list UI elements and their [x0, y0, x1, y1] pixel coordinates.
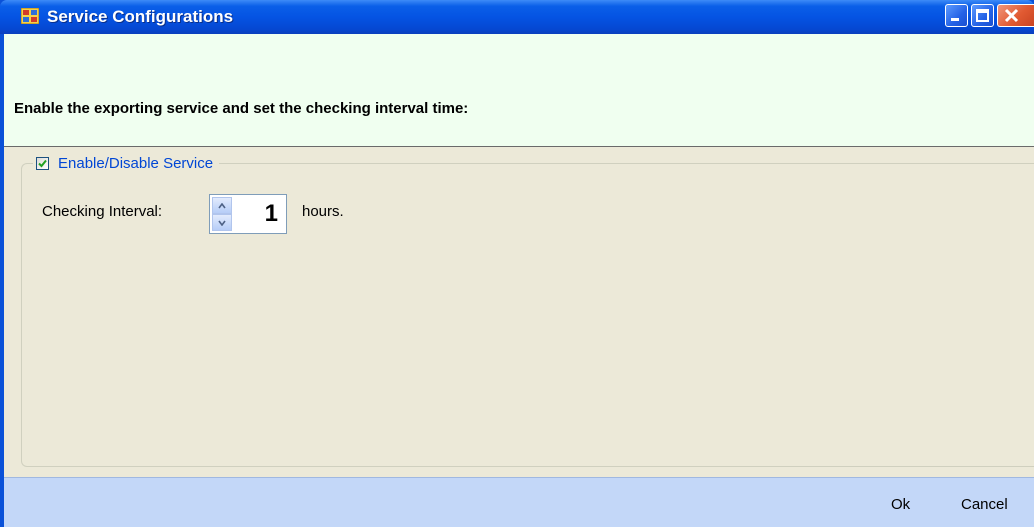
checkmark-icon — [38, 159, 47, 167]
spinner-buttons — [212, 197, 232, 231]
dialog-window: Service Configurations Enable the export… — [0, 0, 1034, 527]
minimize-icon — [951, 18, 959, 21]
service-groupbox — [21, 163, 1034, 467]
close-icon — [1004, 8, 1019, 23]
title-bar[interactable]: Service Configurations — [0, 0, 1034, 34]
chevron-up-icon — [218, 202, 226, 208]
chevron-down-icon — [218, 220, 226, 226]
enable-service-checkbox[interactable] — [36, 156, 49, 170]
close-button[interactable] — [997, 4, 1034, 27]
enable-service-label[interactable]: Enable/Disable Service — [58, 155, 213, 172]
maximize-button[interactable] — [971, 4, 994, 27]
enable-service-toggle[interactable]: Enable/Disable Service — [33, 152, 220, 174]
interval-unit-label: hours. — [302, 203, 344, 220]
app-window-icon — [21, 8, 39, 24]
checking-interval-spinner[interactable]: 1 — [209, 194, 287, 234]
dialog-footer: Ok Cancel — [4, 477, 1034, 527]
maximize-icon — [976, 9, 989, 22]
cancel-button[interactable]: Cancel — [961, 496, 1008, 513]
dialog-content: Enable the exporting service and set the… — [4, 34, 1034, 527]
instruction-text: Enable the exporting service and set the… — [14, 100, 469, 117]
spinner-down-button[interactable] — [212, 214, 232, 231]
instruction-banner: Enable the exporting service and set the… — [4, 34, 1034, 147]
checking-interval-label: Checking Interval: — [42, 203, 163, 220]
window-title: Service Configurations — [47, 7, 234, 26]
minimize-button[interactable] — [945, 4, 968, 27]
interval-value[interactable]: 1 — [265, 200, 278, 228]
ok-button[interactable]: Ok — [891, 496, 910, 513]
spinner-up-button[interactable] — [212, 197, 232, 214]
